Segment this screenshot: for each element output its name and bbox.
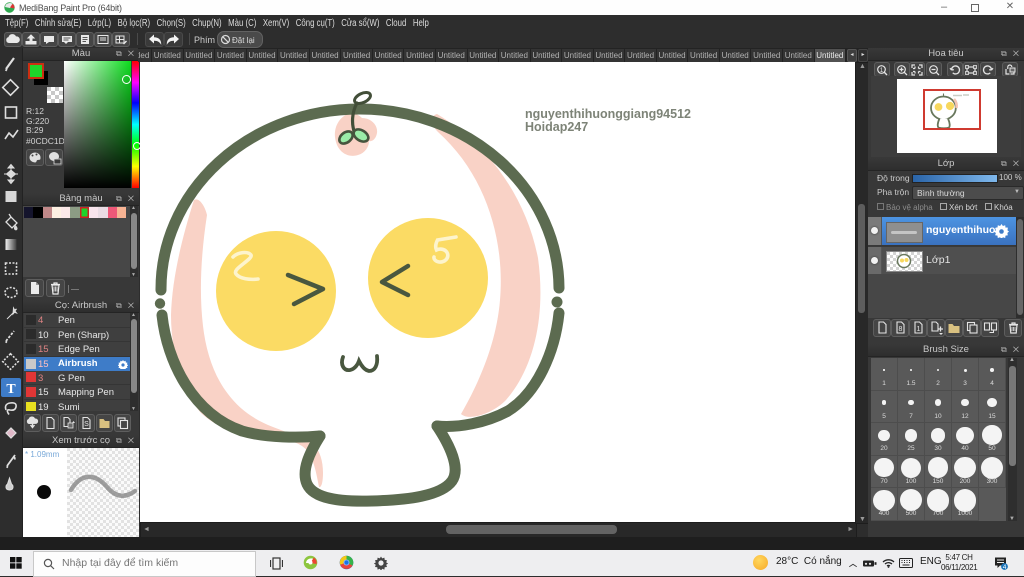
svg-text:S: S bbox=[84, 421, 89, 428]
svg-text:4: 4 bbox=[1003, 564, 1007, 570]
svg-text:nguyenthihuonggiang94512: nguyenthihuonggiang94512 bbox=[525, 107, 691, 121]
svg-text:Hoidap247: Hoidap247 bbox=[525, 120, 588, 134]
svg-text:T: T bbox=[6, 382, 16, 397]
svg-text:8: 8 bbox=[898, 326, 902, 333]
svg-text:1: 1 bbox=[916, 326, 920, 333]
